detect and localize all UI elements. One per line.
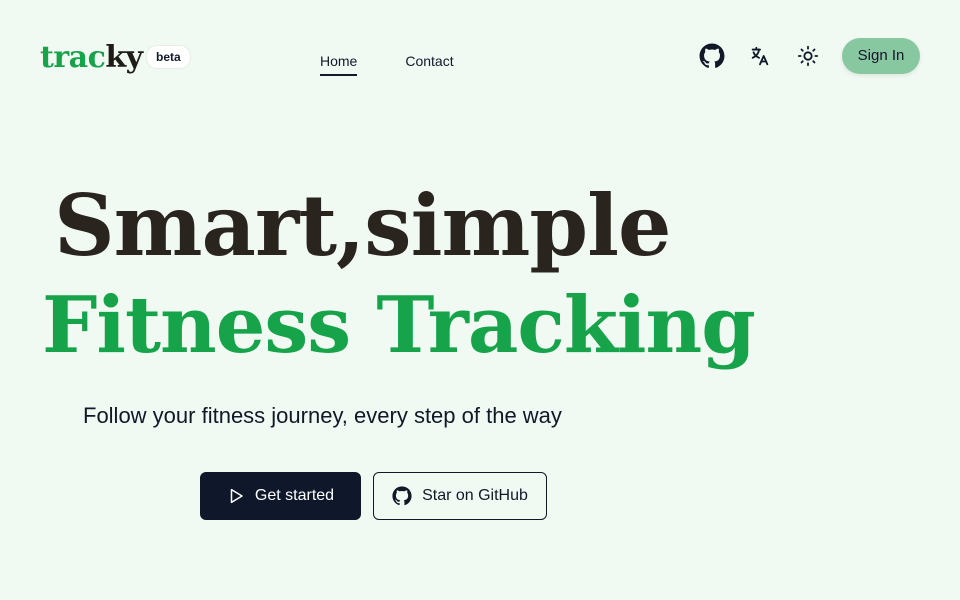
hero-headline-line2: Fitness Tracking — [42, 280, 756, 371]
get-started-button[interactable]: Get started — [200, 472, 361, 520]
hero-subtitle: Follow your fitness journey, every step … — [83, 403, 562, 428]
translate-icon[interactable] — [744, 40, 776, 72]
tracky-logo[interactable]: tracky — [40, 36, 143, 80]
landing-page: tracky beta Home Contact Sign In Smart,s… — [0, 0, 960, 600]
sun-icon[interactable] — [792, 40, 824, 72]
top-header: tracky beta Home Contact Sign In — [0, 0, 960, 112]
beta-badge: beta — [146, 45, 191, 69]
hero-headline-line1: Smart,simple — [54, 176, 671, 275]
sign-in-button[interactable]: Sign In — [842, 38, 920, 74]
github-icon — [392, 486, 412, 506]
nav-contact-link[interactable]: Contact — [405, 52, 453, 76]
play-icon — [227, 487, 245, 505]
star-on-github-label: Star on GitHub — [422, 487, 528, 504]
logo-part-green: trac — [40, 40, 106, 75]
logo-part-dark: ky — [105, 40, 143, 75]
star-on-github-button[interactable]: Star on GitHub — [373, 472, 547, 520]
get-started-label: Get started — [254, 487, 335, 504]
github-icon[interactable] — [696, 40, 728, 72]
nav-home-link[interactable]: Home — [320, 52, 358, 76]
main-nav: Home Contact — [320, 52, 454, 76]
